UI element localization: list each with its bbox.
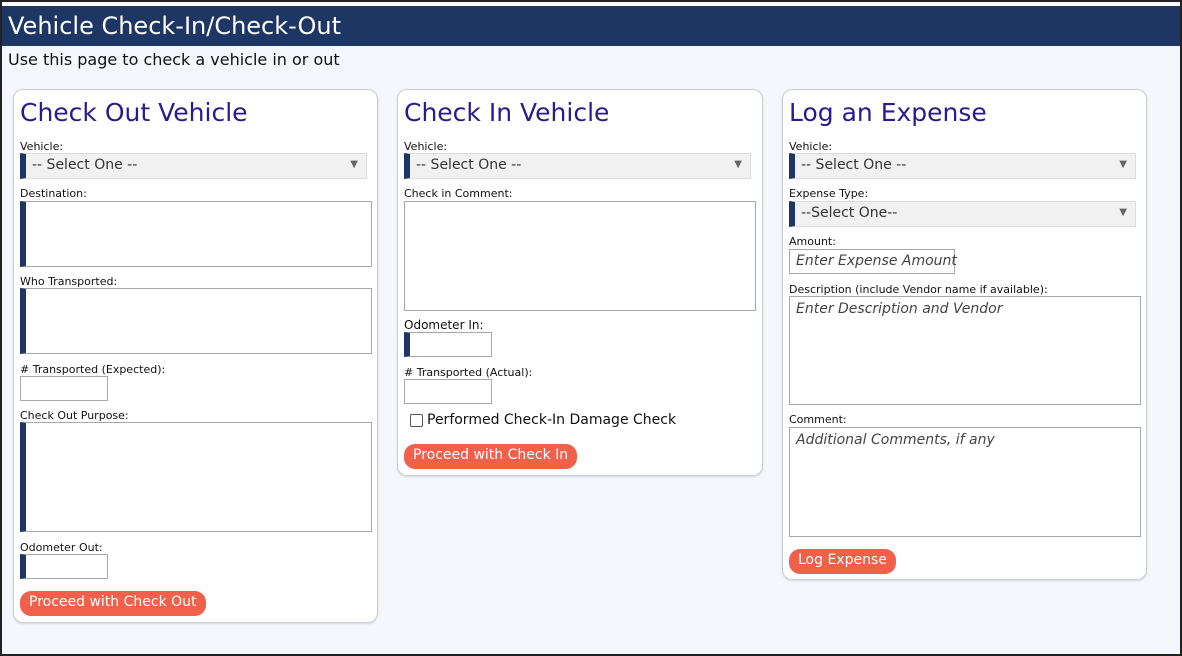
checkin-vehicle-select[interactable]: -- Select One -- ▼: [404, 153, 751, 179]
log-expense-button[interactable]: Log Expense: [789, 549, 896, 574]
expense-vehicle-value: -- Select One --: [801, 157, 907, 173]
checkout-vehicle-value: -- Select One --: [32, 157, 138, 173]
chevron-down-icon: ▼: [734, 159, 742, 170]
comment-label: Comment:: [789, 413, 847, 426]
expense-card: Log an Expense Vehicle: -- Select One --…: [782, 89, 1147, 580]
expense-title: Log an Expense: [789, 98, 987, 127]
comment-field[interactable]: Additional Comments, if any: [789, 427, 1141, 537]
expense-type-value: --Select One--: [801, 205, 898, 221]
checkin-comment-label: Check in Comment:: [404, 187, 513, 200]
expense-vehicle-select[interactable]: -- Select One -- ▼: [789, 153, 1136, 179]
checkin-vehicle-value: -- Select One --: [416, 157, 522, 173]
destination-label: Destination:: [20, 187, 87, 200]
num-actual-label: # Transported (Actual):: [404, 366, 533, 379]
comment-placeholder: Additional Comments, if any: [796, 432, 995, 448]
page-subtitle: Use this page to check a vehicle in or o…: [8, 50, 340, 69]
amount-placeholder: Enter Expense Amount: [796, 253, 957, 269]
proceed-checkin-button[interactable]: Proceed with Check In: [404, 444, 578, 469]
num-actual-field[interactable]: [404, 379, 492, 404]
destination-field[interactable]: [20, 201, 372, 267]
num-expected-label: # Transported (Expected):: [20, 363, 166, 376]
chevron-down-icon: ▼: [350, 159, 358, 170]
expense-type-label: Expense Type:: [789, 187, 869, 200]
checkout-title: Check Out Vehicle: [20, 98, 248, 127]
who-transported-field[interactable]: [20, 288, 372, 354]
description-field[interactable]: Enter Description and Vendor: [789, 296, 1141, 405]
odometer-out-field[interactable]: [20, 554, 108, 579]
amount-field[interactable]: Enter Expense Amount: [789, 249, 957, 274]
checkout-card: Check Out Vehicle Vehicle: -- Select One…: [13, 89, 378, 623]
checkin-card: Check In Vehicle Vehicle: -- Select One …: [397, 89, 763, 476]
page-title: Vehicle Check-In/Check-Out: [8, 12, 341, 40]
num-expected-field[interactable]: [20, 376, 108, 401]
expense-vehicle-label: Vehicle:: [789, 140, 833, 153]
checkin-comment-field[interactable]: [404, 201, 756, 311]
odometer-out-label: Odometer Out:: [20, 541, 103, 554]
checkin-vehicle-label: Vehicle:: [404, 140, 448, 153]
who-transported-label: Who Transported:: [20, 275, 118, 288]
chevron-down-icon: ▼: [1119, 207, 1127, 218]
proceed-checkout-button[interactable]: Proceed with Check Out: [20, 591, 206, 616]
chevron-down-icon: ▼: [1119, 159, 1127, 170]
odometer-in-label: Odometer In:: [404, 318, 484, 332]
description-placeholder: Enter Description and Vendor: [796, 301, 1003, 317]
odometer-in-field[interactable]: [404, 332, 492, 357]
checkout-vehicle-label: Vehicle:: [20, 140, 64, 153]
checkout-purpose-field[interactable]: [20, 422, 372, 532]
damage-check-checkbox[interactable]: [410, 414, 423, 427]
damage-check-label: Performed Check-In Damage Check: [427, 412, 677, 428]
checkout-purpose-label: Check Out Purpose:: [20, 409, 129, 422]
checkin-title: Check In Vehicle: [404, 98, 610, 127]
description-label: Description (include Vendor name if avai…: [789, 283, 1048, 296]
expense-type-select[interactable]: --Select One-- ▼: [789, 201, 1136, 227]
checkout-vehicle-select[interactable]: -- Select One -- ▼: [20, 153, 367, 179]
amount-label: Amount:: [789, 235, 836, 248]
page-header: Vehicle Check-In/Check-Out: [2, 4, 1180, 46]
